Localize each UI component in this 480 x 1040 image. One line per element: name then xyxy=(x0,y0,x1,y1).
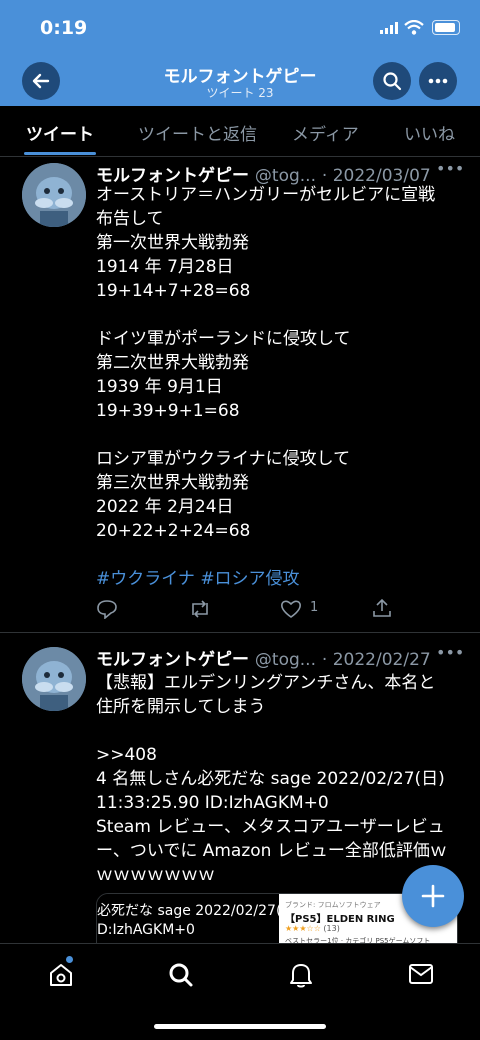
rating-count: (13) xyxy=(323,924,340,933)
text-line: 1914 年 7月28日 xyxy=(96,257,234,277)
tweet[interactable]: モルフォントゲピー @tog... · 2022/03/07 ••• オーストリ… xyxy=(0,157,480,631)
tweet-actions: 1 xyxy=(96,597,426,621)
active-tab-indicator xyxy=(24,152,96,155)
text-line xyxy=(96,303,456,327)
text-line: ー、ついでに Amazon レビュー全部低評価ｗ xyxy=(96,841,447,861)
wifi-icon xyxy=(404,20,424,35)
more-icon xyxy=(428,78,448,84)
compose-tweet-button[interactable] xyxy=(402,865,464,927)
text-line: 4 名無しさん必死だな sage 2022/02/27(日) xyxy=(96,769,445,789)
tab-tweets[interactable]: ツイート xyxy=(26,120,94,145)
share-icon[interactable] xyxy=(372,598,392,618)
screenshot-line: D:IzhAGKM+0 xyxy=(97,922,195,938)
text-line: 19+39+9+1=68 xyxy=(96,401,240,421)
avatar-image xyxy=(22,163,86,227)
handle: @tog... xyxy=(254,650,316,670)
product-title: 【PS5】ELDEN RING xyxy=(285,914,395,925)
like-count: 1 xyxy=(310,600,319,615)
text-line: 第二次世界大戦勃発 xyxy=(96,353,249,373)
product-rating: ★★★☆☆ (13) xyxy=(285,924,340,933)
text-line: >>408 xyxy=(96,745,157,765)
tweet-text: オーストリア＝ハンガリーがセルビアに宣戦 布告して 第一次世界大戦勃発 1914… xyxy=(96,183,456,591)
mail-icon[interactable] xyxy=(408,963,434,985)
tweet-text: 【悲報】エルデンリングアンチさん、本名と 住所を開示してしまう >>408 4 … xyxy=(96,671,456,887)
hashtag-line: #ウクライナ #ロシア侵攻 xyxy=(96,567,456,591)
text-line: ドイツ軍がポーランドに侵攻して xyxy=(96,329,351,349)
text-line: オーストリア＝ハンガリーがセルビアに宣戦 xyxy=(96,185,436,205)
text-line: 11:33:25.90 ID:IzhAGKM+0 xyxy=(96,793,329,813)
status-time: 0:19 xyxy=(40,17,88,39)
hashtag-link[interactable]: #ロシア侵攻 xyxy=(200,569,299,589)
avatar-image xyxy=(22,647,86,711)
text-line: 19+14+7+28=68 xyxy=(96,281,251,301)
text-line: ロシア軍がウクライナに侵攻して xyxy=(96,449,351,469)
screenshot-line: 必死だな sage 2022/02/27(日 xyxy=(97,903,296,919)
tweet-more-icon[interactable]: ••• xyxy=(436,643,464,662)
text-line: 布告して xyxy=(96,209,164,229)
search-icon xyxy=(383,72,402,91)
home-indicator xyxy=(154,1024,326,1029)
text-line: 第一次世界大戦勃発 xyxy=(96,233,249,253)
notification-dot xyxy=(66,956,73,963)
avatar[interactable] xyxy=(22,647,86,711)
tab-tweets-and-replies[interactable]: ツイートと返信 xyxy=(138,120,257,145)
status-bar: 0:19 xyxy=(0,0,480,54)
reply-icon[interactable] xyxy=(96,599,118,619)
retweet-icon[interactable] xyxy=(188,599,212,619)
battery-icon xyxy=(432,20,460,35)
text-line: 第三次世界大戦勃発 xyxy=(96,473,249,493)
tweet-more-icon[interactable]: ••• xyxy=(436,159,464,178)
text-line xyxy=(96,543,456,567)
bell-icon[interactable] xyxy=(288,961,314,989)
text-line: 【悲報】エルデンリングアンチさん、本名と xyxy=(96,673,436,693)
tweet-date: · 2022/02/27 xyxy=(321,650,431,670)
text-line: 20+22+2+24=68 xyxy=(96,521,251,541)
profile-tabs: ツイート ツイートと返信 メディア いいね xyxy=(0,106,480,157)
signal-icon xyxy=(380,22,398,34)
text-line: ｗｗｗｗｗｗｗ xyxy=(96,865,215,885)
plus-icon xyxy=(421,884,445,908)
text-line: Steam レビュー、メタスコアユーザーレビュ xyxy=(96,817,445,837)
hashtag-link[interactable]: #ウクライナ xyxy=(96,569,195,589)
like-icon[interactable] xyxy=(280,599,302,619)
search-button[interactable] xyxy=(373,62,411,100)
search-icon[interactable] xyxy=(168,962,194,988)
display-name[interactable]: モルフォントゲピー xyxy=(96,650,249,670)
text-line: 住所を開示してしまう xyxy=(96,697,266,717)
text-line: 2022 年 2月24日 xyxy=(96,497,234,517)
text-line: 1939 年 9月1日 xyxy=(96,377,223,397)
tweet-header: モルフォントゲピー @tog... · 2022/02/27 xyxy=(96,645,431,670)
profile-header: 0:19 モルフォントゲピー ツイート 23 xyxy=(0,0,480,106)
tab-media[interactable]: メディア xyxy=(292,120,359,145)
home-icon[interactable] xyxy=(48,962,74,988)
text-line xyxy=(96,719,456,743)
screenshot-text: 必死だな sage 2022/02/27(日 D:IzhAGKM+0 xyxy=(97,902,295,940)
more-options-button[interactable] xyxy=(419,62,457,100)
tab-likes[interactable]: いいね xyxy=(404,120,455,145)
product-brand: ブランド: フロムソフトウェア xyxy=(285,901,381,909)
avatar[interactable] xyxy=(22,163,86,227)
text-line xyxy=(96,423,456,447)
